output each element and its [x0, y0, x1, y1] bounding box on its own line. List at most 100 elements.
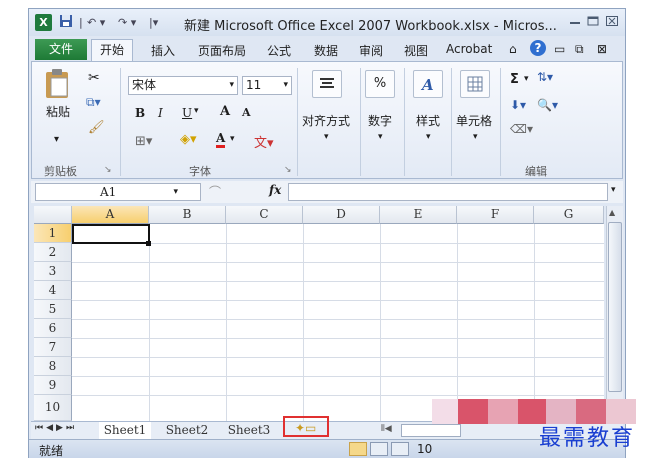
page-layout-view-icon[interactable] [370, 442, 388, 456]
split-handle-icon[interactable]: ⫴◀ [381, 424, 392, 434]
ribbon-minimize-icon[interactable]: ▭ [554, 42, 565, 56]
column-header-d[interactable]: D [303, 206, 380, 224]
tab-data[interactable]: 数据 [314, 42, 338, 59]
name-box[interactable]: A1 ▾ [35, 183, 201, 201]
row-header-8[interactable]: 8 [34, 357, 72, 376]
column-header-c[interactable]: C [226, 206, 303, 224]
font-launcher-icon[interactable]: ↘ [284, 165, 292, 175]
alignment-dropdown-icon[interactable]: ▾ [324, 132, 329, 142]
grow-font-button[interactable]: A [220, 104, 230, 119]
row-header-6[interactable]: 6 [34, 319, 72, 338]
number-dropdown-icon[interactable]: ▾ [378, 132, 383, 142]
zoom-level[interactable]: 10 [417, 442, 432, 456]
help-icon[interactable]: ? [529, 39, 547, 60]
tab-view[interactable]: 视图 [404, 42, 428, 59]
number-format-button[interactable]: % [365, 70, 395, 98]
select-all-corner[interactable] [34, 206, 72, 224]
chevron-down-icon[interactable]: ▾ [283, 77, 288, 94]
font-name-box[interactable]: 宋体 ▾ [128, 76, 238, 95]
sort-filter-icon[interactable]: ⇅▾ [537, 70, 553, 84]
font-color-button[interactable]: A [216, 132, 226, 148]
excel-app-icon[interactable]: X [35, 14, 52, 31]
worksheet-grid[interactable]: A B C D E F G 1 2 3 4 5 6 7 8 9 10 [34, 206, 604, 421]
underline-button[interactable]: U [182, 106, 192, 120]
column-header-e[interactable]: E [380, 206, 457, 224]
tab-insert[interactable]: 插入 [151, 42, 175, 59]
insert-function-button[interactable]: fx [269, 183, 281, 197]
sheet-nav-arrows-icon[interactable]: ⏮◀▶⏭ [35, 423, 77, 433]
sheet-tab-3[interactable]: Sheet3 [223, 422, 275, 439]
styles-button[interactable]: A [413, 70, 443, 98]
find-select-icon[interactable]: 🔍▾ [537, 98, 558, 112]
active-cell-a1[interactable] [72, 224, 150, 244]
save-icon[interactable] [59, 14, 73, 31]
ribbon-restore-icon[interactable]: ⧉ [575, 42, 584, 57]
vertical-scrollbar[interactable]: ▲ [606, 206, 623, 421]
row-header-9[interactable]: 9 [34, 376, 72, 395]
underline-dropdown-icon[interactable]: ▾ [194, 106, 199, 116]
page-break-view-icon[interactable] [391, 442, 409, 456]
fill-icon[interactable]: ⬇▾ [510, 98, 526, 112]
phonetic-guide-icon[interactable]: 文▾ [254, 132, 274, 151]
italic-button[interactable]: I [158, 106, 163, 120]
row-header-4[interactable]: 4 [34, 281, 72, 300]
undo-icon[interactable]: ↶ ▾ [87, 14, 105, 31]
minimize-icon[interactable] [569, 16, 581, 29]
styles-dropdown-icon[interactable]: ▾ [426, 132, 431, 142]
redo-icon[interactable]: ↷ ▾ [118, 14, 136, 31]
insert-worksheet-icon[interactable]: ✦▭ [295, 421, 316, 435]
formula-bar-resize-icon[interactable]: ⌒ [209, 183, 221, 200]
column-header-a[interactable]: A [72, 206, 149, 224]
row-header-3[interactable]: 3 [34, 262, 72, 281]
customize-quick-access-icon[interactable]: |▾ [149, 14, 158, 31]
row-header-5[interactable]: 5 [34, 300, 72, 319]
group-separator [404, 68, 405, 176]
normal-view-icon[interactable] [349, 442, 367, 456]
chevron-down-icon[interactable]: ▾ [229, 77, 234, 94]
sheet-tab-1[interactable]: Sheet1 [99, 422, 151, 439]
cells-button[interactable] [460, 70, 490, 98]
scroll-up-icon[interactable]: ▲ [609, 208, 615, 217]
tab-formulas[interactable]: 公式 [267, 42, 291, 59]
close-icon[interactable] [606, 16, 618, 29]
autosum-dropdown-icon[interactable]: ▾ [524, 74, 529, 84]
column-header-g[interactable]: G [534, 206, 604, 224]
autosum-button[interactable]: Σ [510, 72, 519, 87]
format-painter-icon[interactable]: 🖌 [88, 120, 105, 135]
horizontal-scrollbar[interactable] [401, 424, 461, 437]
tab-file[interactable]: 文件 [35, 39, 87, 60]
chevron-down-icon[interactable]: ▾ [173, 184, 178, 200]
tab-page-layout[interactable]: 页面布局 [198, 42, 246, 59]
restore-icon[interactable] [587, 16, 599, 29]
paste-dropdown-icon[interactable]: ▾ [54, 134, 59, 145]
fill-color-icon[interactable]: ◈▾ [180, 132, 197, 147]
scroll-thumb[interactable] [608, 222, 622, 392]
tab-acrobat[interactable]: Acrobat [446, 42, 492, 56]
row-header-10[interactable]: 10 [34, 395, 72, 421]
collapse-ribbon-icon[interactable]: ⌂ [509, 42, 517, 56]
cut-icon[interactable]: ✂ [88, 70, 100, 86]
cells-dropdown-icon[interactable]: ▾ [473, 132, 478, 142]
formula-input[interactable] [288, 183, 608, 201]
row-header-1[interactable]: 1 [34, 224, 72, 243]
copy-icon[interactable]: ⧉▾ [86, 95, 101, 110]
paste-button[interactable]: 粘贴 [38, 68, 78, 124]
shrink-font-button[interactable]: A [242, 106, 251, 119]
sheet-tab-2[interactable]: Sheet2 [161, 422, 213, 439]
clear-icon[interactable]: ⌫▾ [510, 122, 533, 136]
border-icon[interactable]: ⊞▾ [135, 134, 152, 149]
font-color-dropdown-icon[interactable]: ▾ [230, 134, 235, 144]
expand-formula-icon[interactable]: ▾ [611, 185, 616, 195]
fill-handle[interactable] [146, 241, 151, 246]
ribbon-close-icon[interactable]: ⊠ [597, 42, 607, 56]
row-header-2[interactable]: 2 [34, 243, 72, 262]
column-header-f[interactable]: F [457, 206, 534, 224]
bold-button[interactable]: B [135, 106, 145, 120]
clipboard-launcher-icon[interactable]: ↘ [104, 165, 112, 175]
column-header-b[interactable]: B [149, 206, 226, 224]
alignment-button[interactable] [312, 70, 342, 98]
tab-review[interactable]: 审阅 [359, 42, 383, 59]
tab-home[interactable]: 开始 [91, 39, 133, 61]
font-size-box[interactable]: 11 ▾ [242, 76, 292, 95]
row-header-7[interactable]: 7 [34, 338, 72, 357]
